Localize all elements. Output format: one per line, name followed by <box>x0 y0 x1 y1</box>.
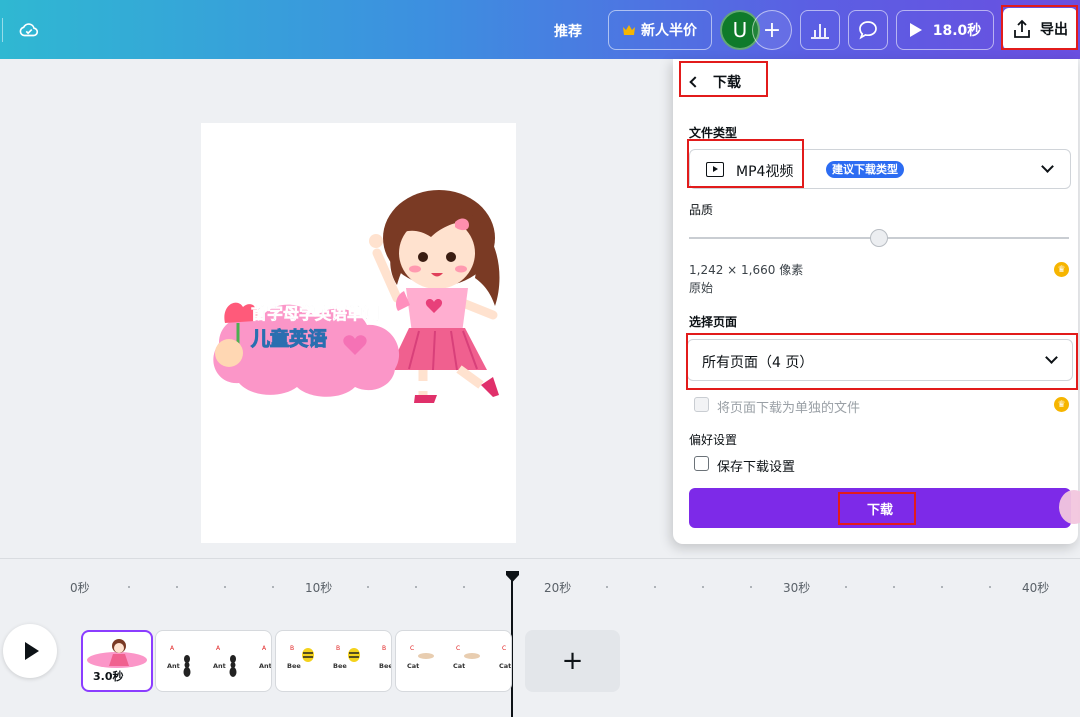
file-type-value: MP4视频 <box>736 164 794 180</box>
pages-select-value: 所有页面（4 页） <box>702 355 814 371</box>
quality-preset-text: 原始 <box>689 281 714 295</box>
recommended-badge: 建议下载类型 <box>826 161 904 178</box>
play-preview-button[interactable]: 18.0秒 <box>896 10 994 50</box>
canvas-title-2: 儿童英语 <box>250 327 327 350</box>
play-icon <box>909 23 922 37</box>
file-type-select[interactable]: MP4视频 建议下载类型 <box>689 149 1071 189</box>
stats-icon <box>811 24 829 39</box>
export-button[interactable]: 导出 <box>1003 8 1077 50</box>
download-button[interactable]: 下载 <box>689 488 1071 528</box>
timeline-divider <box>0 558 1080 559</box>
recommend-link[interactable]: 推荐 <box>554 21 582 41</box>
chevron-down-icon <box>1041 160 1054 173</box>
ant-icon <box>183 655 237 677</box>
download-panel: 下载 文件类型 MP4视频 建议下载类型 品质 1,242 × 1,660 像素… <box>673 59 1078 544</box>
chevron-down-icon <box>1045 351 1058 364</box>
timeline-clip[interactable]: A Ant A Ant A Ant <box>155 630 272 692</box>
clip-duration: 3.0秒 <box>93 670 124 683</box>
quality-label: 品质 <box>689 203 714 217</box>
panel-title: 下载 <box>713 75 741 91</box>
promo-button[interactable]: 新人半价 <box>608 10 712 50</box>
export-upload-icon <box>1014 19 1030 38</box>
pages-select[interactable]: 所有页面（4 页） <box>687 339 1073 381</box>
cat-icon <box>418 653 480 659</box>
cloud-check-icon[interactable] <box>18 19 40 41</box>
dimensions-text: 1,242 × 1,660 像素 <box>689 263 804 277</box>
tick-dot <box>606 586 608 588</box>
tick-dot <box>128 586 130 588</box>
avatar-letter: U <box>732 18 748 42</box>
tick-label: 10秒 <box>305 581 333 595</box>
timeline-clip[interactable]: C Cat C Cat C Cat <box>395 630 512 692</box>
quality-slider-thumb[interactable] <box>870 229 888 247</box>
divider <box>2 18 3 42</box>
file-type-label: 文件类型 <box>689 126 738 140</box>
timeline-play-button[interactable] <box>3 624 57 678</box>
promo-label: 新人半价 <box>641 23 697 39</box>
tick-dot <box>654 586 656 588</box>
chevron-left-icon <box>689 76 701 88</box>
girl-illustration: 首字母学英语单词 儿童英语 <box>213 190 500 403</box>
save-settings-checkbox[interactable] <box>694 456 709 471</box>
timeline-clip[interactable]: B Bee B Bee B Bee <box>275 630 392 692</box>
tick-dot <box>176 586 178 588</box>
select-pages-label: 选择页面 <box>689 315 738 329</box>
save-settings-label: 保存下载设置 <box>717 460 796 475</box>
tick-dot <box>463 586 465 588</box>
tick-label: 0秒 <box>70 581 90 595</box>
separate-files-label: 将页面下载为单独的文件 <box>717 401 861 416</box>
tick-label: 30秒 <box>783 581 811 595</box>
tick-dot <box>750 586 752 588</box>
tick-dot <box>845 586 847 588</box>
tick-dot <box>224 586 226 588</box>
preferences-label: 偏好设置 <box>689 433 738 447</box>
crown-icon: ♛ <box>1054 397 1069 412</box>
download-button-label: 下载 <box>866 502 893 518</box>
plus-icon: + <box>561 646 584 676</box>
bee-icon <box>302 648 360 662</box>
tick-dot <box>989 586 991 588</box>
timeline-clip[interactable]: 3.0秒 <box>81 630 153 692</box>
crown-icon: ♛ <box>1054 262 1069 277</box>
tick-dot <box>367 586 369 588</box>
tick-label: 20秒 <box>544 581 572 595</box>
play-duration: 18.0秒 <box>932 23 982 39</box>
back-button[interactable]: 下载 <box>681 67 767 97</box>
tick-dot <box>893 586 895 588</box>
separate-files-checkbox[interactable] <box>694 397 709 412</box>
tick-dot <box>272 586 274 588</box>
design-page[interactable]: 首字母学英语单词 儿童英语 <box>201 123 516 543</box>
export-label: 导出 <box>1040 22 1068 38</box>
crown-icon <box>623 25 635 35</box>
comment-icon <box>859 21 877 40</box>
tick-dot <box>702 586 704 588</box>
canvas-title-1: 首字母学英语单词 <box>251 304 379 323</box>
add-clip-button[interactable]: + <box>525 630 620 692</box>
stats-button[interactable] <box>800 10 840 50</box>
tick-label: 40秒 <box>1022 581 1050 595</box>
video-file-icon <box>706 162 724 177</box>
tick-dot <box>941 586 943 588</box>
tick-dot <box>415 586 417 588</box>
add-collaborator-button[interactable]: + <box>752 10 792 50</box>
top-bar: 推荐 新人半价 U + 18.0秒 导出 <box>0 0 1080 59</box>
plus-icon: + <box>762 17 782 43</box>
comment-button[interactable] <box>848 10 888 50</box>
